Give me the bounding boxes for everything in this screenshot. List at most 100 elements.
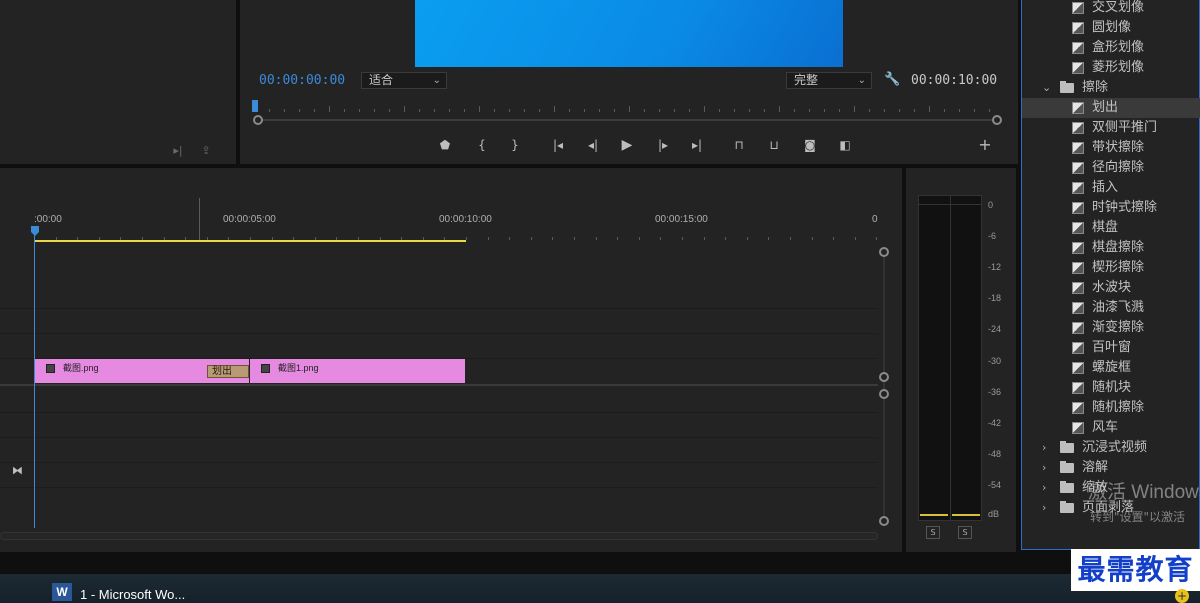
chevron-right-icon[interactable]: › xyxy=(1042,458,1046,478)
ruler-tick xyxy=(811,237,813,240)
effects-item[interactable]: 菱形划像 xyxy=(1022,58,1200,78)
go-to-in-icon[interactable]: |◂ xyxy=(549,137,567,153)
video-preview xyxy=(415,0,843,67)
ruler-tick xyxy=(389,109,390,112)
solo-right-button[interactable]: S xyxy=(958,526,972,539)
ruler-label: 00:00:05:00 xyxy=(223,214,276,225)
chevron-right-icon[interactable]: › xyxy=(1042,478,1046,498)
video-audio-divider[interactable] xyxy=(0,384,878,386)
ruler-tick xyxy=(509,237,511,240)
work-area-bar[interactable] xyxy=(34,240,466,242)
track-divider xyxy=(0,462,878,463)
comparison-view-icon[interactable]: ◧ xyxy=(836,137,854,153)
transition-preset-icon xyxy=(1072,382,1084,394)
playhead-line[interactable] xyxy=(34,228,35,528)
effects-item[interactable]: 渐变擦除 xyxy=(1022,318,1200,338)
taskbar-word-item[interactable]: 1 - Microsoft Wo... xyxy=(80,587,185,602)
ruler-tick xyxy=(929,106,930,112)
effects-item[interactable]: 随机擦除 xyxy=(1022,398,1200,418)
effects-item[interactable]: 百叶窗 xyxy=(1022,338,1200,358)
step-back-icon[interactable]: ◂| xyxy=(584,137,602,153)
add-button[interactable]: + xyxy=(976,137,994,153)
step-forward-icon[interactable]: |▸ xyxy=(654,137,672,153)
effects-item[interactable]: 楔形擦除 xyxy=(1022,258,1200,278)
mark-out-icon[interactable]: } xyxy=(506,137,524,153)
ruler-tick xyxy=(884,109,885,112)
ruler-tick xyxy=(638,237,640,240)
ruler-label: 00:00:10:00 xyxy=(439,214,492,225)
transition-preset-icon xyxy=(1072,282,1084,294)
word-icon[interactable]: W xyxy=(52,583,72,601)
transition-preset-icon xyxy=(1072,22,1084,34)
chevron-right-icon[interactable]: › xyxy=(1042,438,1046,458)
effects-item[interactable]: 径向擦除 xyxy=(1022,158,1200,178)
effects-item-label: 百叶窗 xyxy=(1092,340,1132,355)
timeline-clip[interactable]: 截图1.png xyxy=(250,359,465,383)
effects-item[interactable]: 圆划像 xyxy=(1022,18,1200,38)
effects-item[interactable]: 划出 xyxy=(1022,98,1200,118)
solo-left-button[interactable]: S xyxy=(926,526,940,539)
effects-item[interactable]: 油漆飞溅 xyxy=(1022,298,1200,318)
effects-item[interactable]: 带状擦除 xyxy=(1022,138,1200,158)
transition-preset-icon xyxy=(1072,202,1084,214)
effects-folder[interactable]: › 溶解 xyxy=(1022,458,1200,478)
effects-item[interactable]: 棋盘擦除 xyxy=(1022,238,1200,258)
zoom-handle-right[interactable] xyxy=(992,115,1002,125)
track-height-icon[interactable]: ⧓ xyxy=(12,464,23,477)
timeline-hscroll[interactable] xyxy=(0,532,878,540)
go-to-out-icon[interactable]: ▸| xyxy=(688,137,706,153)
effects-item[interactable]: 风车 xyxy=(1022,418,1200,438)
effects-item-label: 盒形划像 xyxy=(1092,40,1145,55)
wrench-icon[interactable]: 🔧 xyxy=(884,72,900,87)
premiere-workspace: ▸| ⇪ 00:00:00:00 适合 ⌄ 完整 ⌄ 🔧 00:00:10:00… xyxy=(0,0,1200,603)
chevron-right-icon[interactable]: › xyxy=(1042,498,1046,518)
effects-item[interactable]: 随机块 xyxy=(1022,378,1200,398)
fit-dropdown[interactable]: 适合 ⌄ xyxy=(361,72,447,89)
scroll-handle[interactable] xyxy=(879,389,889,399)
lift-icon[interactable]: ⊓ xyxy=(730,137,748,153)
track-divider xyxy=(0,308,878,309)
zoom-handle-left[interactable] xyxy=(253,115,263,125)
effects-item[interactable]: 插入 xyxy=(1022,178,1200,198)
effects-item[interactable]: 双侧平推门 xyxy=(1022,118,1200,138)
monitor-playhead[interactable] xyxy=(252,100,258,112)
effects-item[interactable]: 水波块 xyxy=(1022,278,1200,298)
zoom-scrollbar[interactable] xyxy=(258,119,998,121)
fit-dropdown-value: 适合 xyxy=(369,73,394,87)
effects-item[interactable]: 盒形划像 xyxy=(1022,38,1200,58)
effects-item[interactable]: 棋盘 xyxy=(1022,218,1200,238)
current-timecode[interactable]: 00:00:00:00 xyxy=(259,73,345,88)
extract-icon[interactable]: ⊔ xyxy=(765,137,783,153)
effects-folder[interactable]: ⌄ 擦除 xyxy=(1022,78,1200,98)
chevron-down-icon[interactable]: ⌄ xyxy=(1042,78,1051,98)
transition-block[interactable]: 划出 xyxy=(207,365,249,378)
source-panel: ▸| ⇪ xyxy=(0,0,236,164)
mark-in-icon[interactable]: { xyxy=(473,137,491,153)
add-marker-icon[interactable]: ⬟ xyxy=(436,137,454,153)
scroll-handle[interactable] xyxy=(879,247,889,257)
effects-item[interactable]: 螺旋框 xyxy=(1022,358,1200,378)
scroll-handle[interactable] xyxy=(879,372,889,382)
scroll-handle[interactable] xyxy=(879,516,889,526)
ruler-tick xyxy=(734,109,735,112)
folder-icon xyxy=(1060,481,1074,493)
ruler-tick xyxy=(725,237,727,240)
insert-icon[interactable]: ▸| xyxy=(170,144,186,158)
effects-item-label: 棋盘擦除 xyxy=(1092,240,1145,255)
export-frame-icon[interactable]: ◙ xyxy=(801,137,819,153)
folder-icon xyxy=(1060,81,1074,93)
ruler-tick xyxy=(749,109,750,112)
tray-add-icon[interactable]: + xyxy=(1175,589,1189,603)
effects-item[interactable]: 交叉划像 xyxy=(1022,0,1200,18)
play-icon[interactable]: ▶ xyxy=(618,137,636,153)
ruler-tick xyxy=(554,106,555,112)
quality-dropdown[interactable]: 完整 ⌄ xyxy=(786,72,872,89)
effects-item[interactable]: 时钟式擦除 xyxy=(1022,198,1200,218)
ruler-tick xyxy=(779,106,780,112)
ruler-tick xyxy=(944,109,945,112)
effects-folder[interactable]: › 沉浸式视频 xyxy=(1022,438,1200,458)
timeline-vscroll[interactable] xyxy=(883,252,885,522)
ruler-tick xyxy=(644,109,645,112)
export-icon[interactable]: ⇪ xyxy=(198,144,214,158)
monitor-ruler[interactable] xyxy=(254,100,1000,112)
